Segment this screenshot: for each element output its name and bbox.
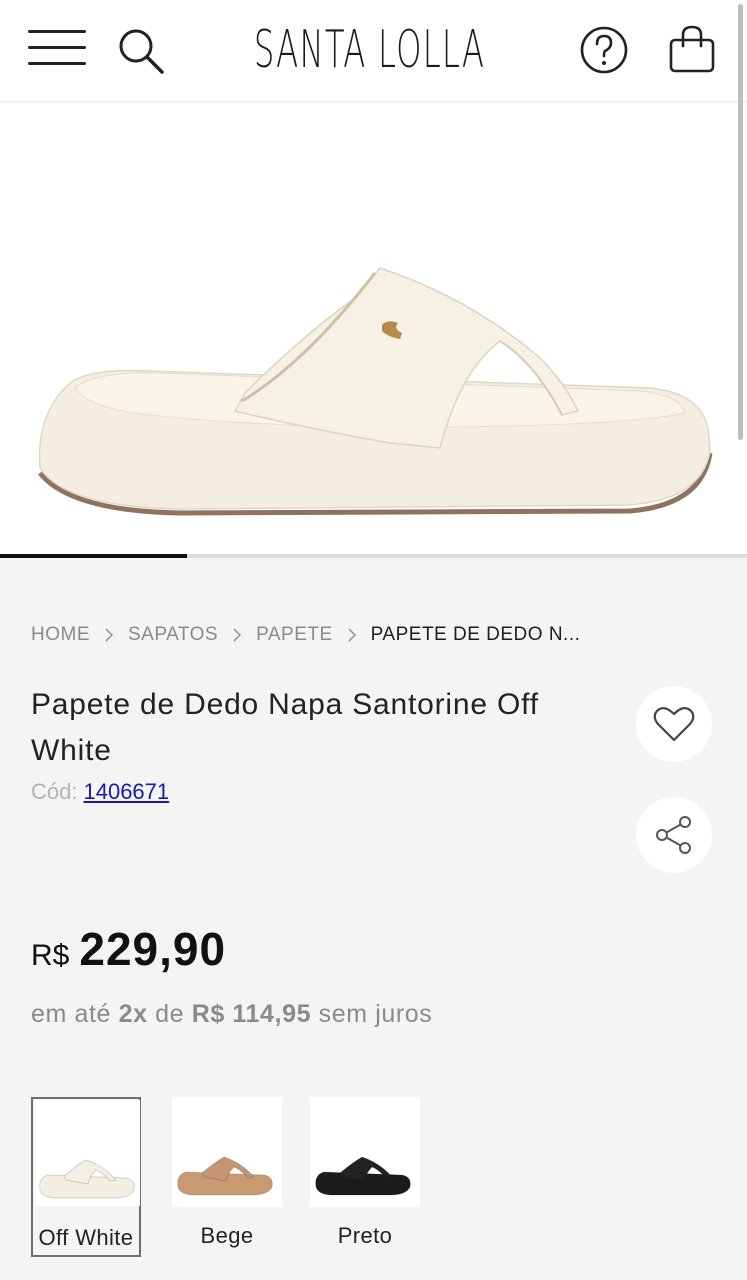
chevron-right-icon bbox=[105, 628, 114, 642]
breadcrumb-current: PAPETE DE DEDO N... bbox=[370, 624, 581, 645]
color-swatch[interactable]: Bege bbox=[172, 1097, 282, 1257]
installment-count: 2x bbox=[118, 1000, 148, 1028]
gallery-progress-fill bbox=[0, 554, 187, 558]
bag-icon[interactable] bbox=[666, 22, 718, 76]
product-title: Papete de Dedo Napa Santorine Off White bbox=[31, 688, 539, 767]
breadcrumb-sapatos[interactable]: SAPATOS bbox=[128, 624, 218, 646]
brand-name: SANTA LOLLA bbox=[254, 20, 486, 80]
product-price: R$ 229,90 bbox=[31, 922, 226, 976]
breadcrumb: HOME SAPATOS PAPETE PAPETE DE DEDO N... bbox=[31, 624, 580, 646]
product-code-label: Cód: bbox=[31, 779, 78, 804]
page-scrollbar[interactable] bbox=[738, 4, 743, 440]
chevron-right-icon bbox=[348, 628, 356, 642]
color-swatch-label: Bege bbox=[200, 1223, 254, 1248]
share-button[interactable] bbox=[636, 797, 712, 873]
color-swatch[interactable]: Preto bbox=[310, 1097, 420, 1257]
product-gallery[interactable] bbox=[0, 103, 747, 555]
site-header: SANTA LOLLA bbox=[0, 0, 747, 102]
gallery-progress bbox=[0, 554, 747, 558]
installment-value: R$ 114,95 bbox=[191, 1000, 312, 1028]
share-icon bbox=[656, 816, 691, 854]
breadcrumb-home[interactable]: HOME bbox=[31, 624, 90, 646]
breadcrumb-papete[interactable]: PAPETE bbox=[256, 624, 333, 646]
color-swatch-image[interactable] bbox=[172, 1097, 282, 1207]
brand-logo[interactable]: SANTA LOLLA bbox=[254, 12, 484, 88]
heart-icon bbox=[653, 707, 695, 742]
color-swatch-label: Off White bbox=[38, 1225, 134, 1250]
product-code-link[interactable]: 1406671 bbox=[83, 779, 169, 804]
chevron-right-icon bbox=[233, 628, 242, 642]
menu-icon[interactable] bbox=[28, 28, 86, 68]
search-icon[interactable] bbox=[114, 24, 166, 76]
favorite-button[interactable] bbox=[636, 686, 712, 762]
installment-info: em até 2x de R$ 114,95 sem juros bbox=[31, 1000, 432, 1029]
help-icon[interactable] bbox=[578, 24, 630, 76]
price-value: 229,90 bbox=[79, 923, 227, 975]
color-swatch-image[interactable] bbox=[34, 1100, 140, 1206]
product-code: Cód: 1406671 bbox=[31, 779, 169, 805]
installment-suffix: sem juros bbox=[318, 1000, 433, 1028]
price-currency: R$ bbox=[31, 939, 70, 972]
product-image[interactable] bbox=[30, 243, 720, 533]
installment-of: de bbox=[155, 1000, 185, 1028]
color-swatch[interactable]: Off White bbox=[31, 1097, 141, 1257]
installment-prefix: em até bbox=[31, 1000, 112, 1028]
color-swatch-image[interactable] bbox=[310, 1097, 420, 1207]
color-swatch-label: Preto bbox=[337, 1223, 393, 1248]
